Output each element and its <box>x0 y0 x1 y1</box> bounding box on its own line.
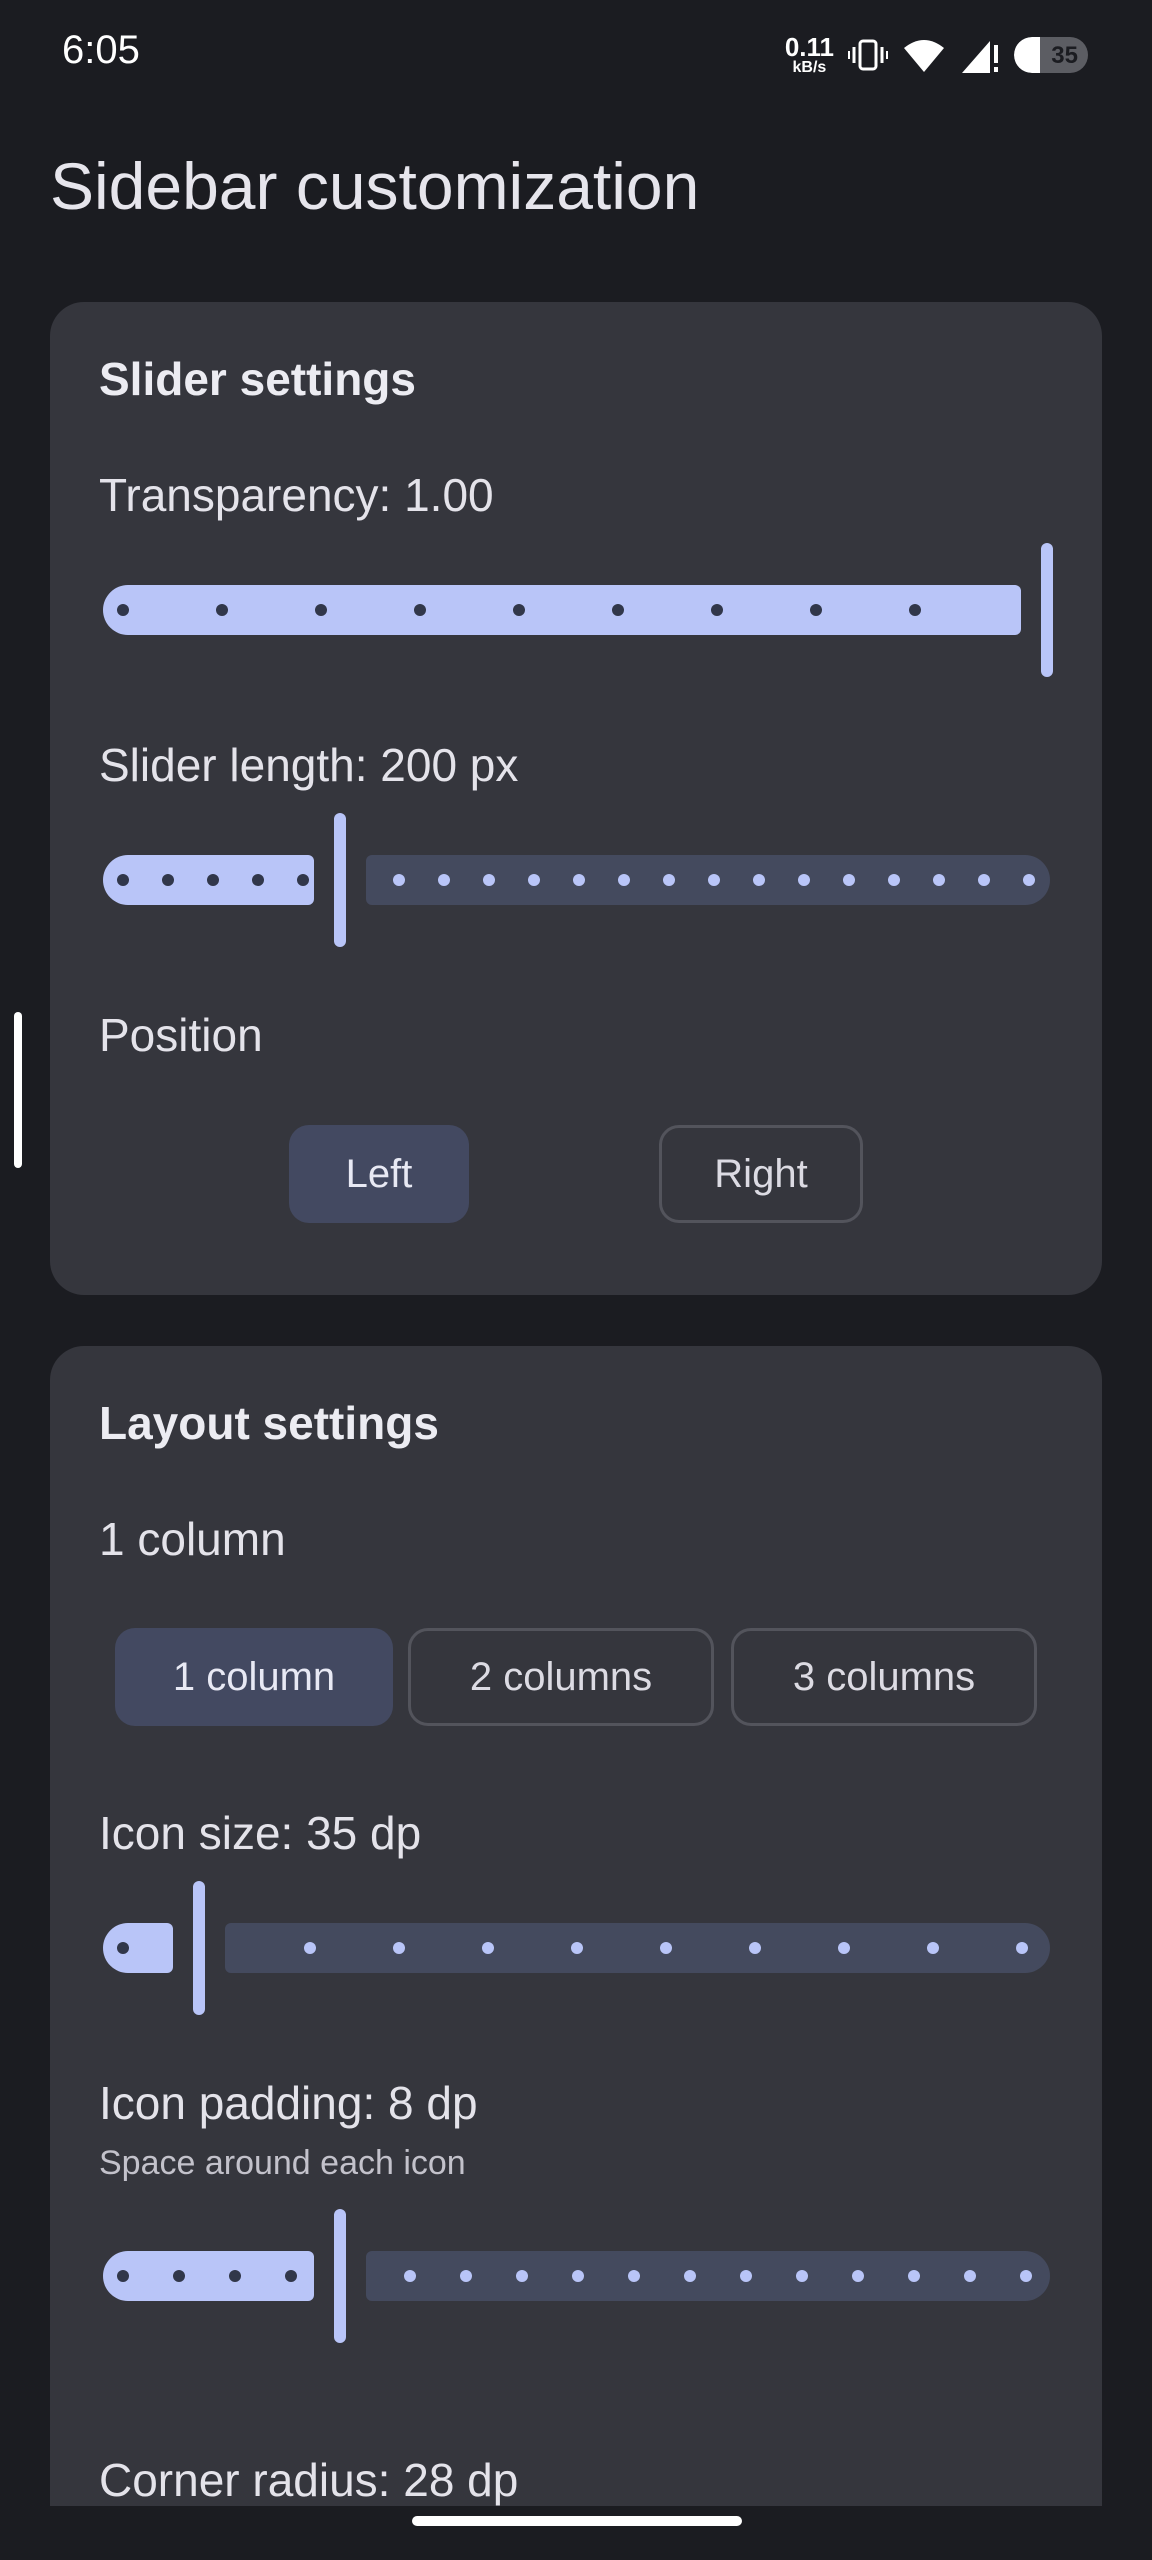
position-left-button[interactable]: Left <box>289 1125 469 1223</box>
battery-percent: 35 <box>1051 42 1078 69</box>
icon-padding-slider-thumb[interactable] <box>334 2209 346 2343</box>
icon-size-track-inactive <box>225 1923 1050 1973</box>
one-column-button[interactable]: 1 column <box>115 1628 393 1726</box>
battery-icon: 35 <box>1014 37 1088 73</box>
slider-length-label: Slider length: 200 px <box>99 739 519 791</box>
columns-label: 1 column <box>99 1513 286 1565</box>
page-title: Sidebar customization <box>50 149 700 223</box>
status-icons: 0.11 kB/s 35 <box>785 30 1088 80</box>
position-label: Position <box>99 1009 263 1061</box>
icon-size-slider[interactable] <box>103 1878 1050 2018</box>
transparency-track-active <box>103 585 1021 635</box>
layout-settings-card: Layout settings 1 column 1 column 2 colu… <box>50 1346 1102 2506</box>
wifi-icon <box>904 40 944 72</box>
slider-settings-card: Slider settings Transparency: 1.00 Slide… <box>50 302 1102 1295</box>
icon-padding-slider[interactable] <box>103 2206 1050 2346</box>
sidebar-edge-handle[interactable] <box>14 1012 22 1168</box>
icon-padding-track-inactive <box>366 2251 1050 2301</box>
icon-padding-track-active <box>103 2251 314 2301</box>
icon-size-slider-thumb[interactable] <box>193 1881 205 2015</box>
position-right-button[interactable]: Right <box>659 1125 863 1223</box>
status-bar: 6:05 0.11 kB/s 35 <box>0 0 1152 110</box>
icon-padding-label: Icon padding: 8 dp <box>99 2077 478 2129</box>
icon-padding-sublabel: Space around each icon <box>99 2144 466 2182</box>
slider-length-track-active <box>103 855 314 905</box>
vibrate-icon <box>848 39 888 71</box>
two-columns-button[interactable]: 2 columns <box>408 1628 714 1726</box>
network-speed: 0.11 kB/s <box>785 34 834 76</box>
transparency-slider[interactable] <box>103 540 1053 680</box>
transparency-label: Transparency: 1.00 <box>99 469 494 521</box>
network-speed-unit: kB/s <box>792 59 827 76</box>
slider-length-slider-thumb[interactable] <box>334 813 346 947</box>
corner-radius-label: Corner radius: 28 dp <box>99 2454 519 2506</box>
icon-size-label: Icon size: 35 dp <box>99 1807 422 1859</box>
status-time: 6:05 <box>62 28 140 72</box>
transparency-slider-thumb[interactable] <box>1041 543 1053 677</box>
three-columns-button[interactable]: 3 columns <box>731 1628 1037 1726</box>
network-speed-value: 0.11 <box>784 32 834 62</box>
slider-settings-title: Slider settings <box>99 353 416 405</box>
gesture-navigation-bar[interactable] <box>412 2516 742 2526</box>
icon-size-track-active <box>103 1923 173 1973</box>
slider-length-slider[interactable] <box>103 810 1050 950</box>
signal-icon <box>962 41 998 73</box>
slider-length-track-inactive <box>366 855 1050 905</box>
layout-settings-title: Layout settings <box>99 1397 439 1449</box>
